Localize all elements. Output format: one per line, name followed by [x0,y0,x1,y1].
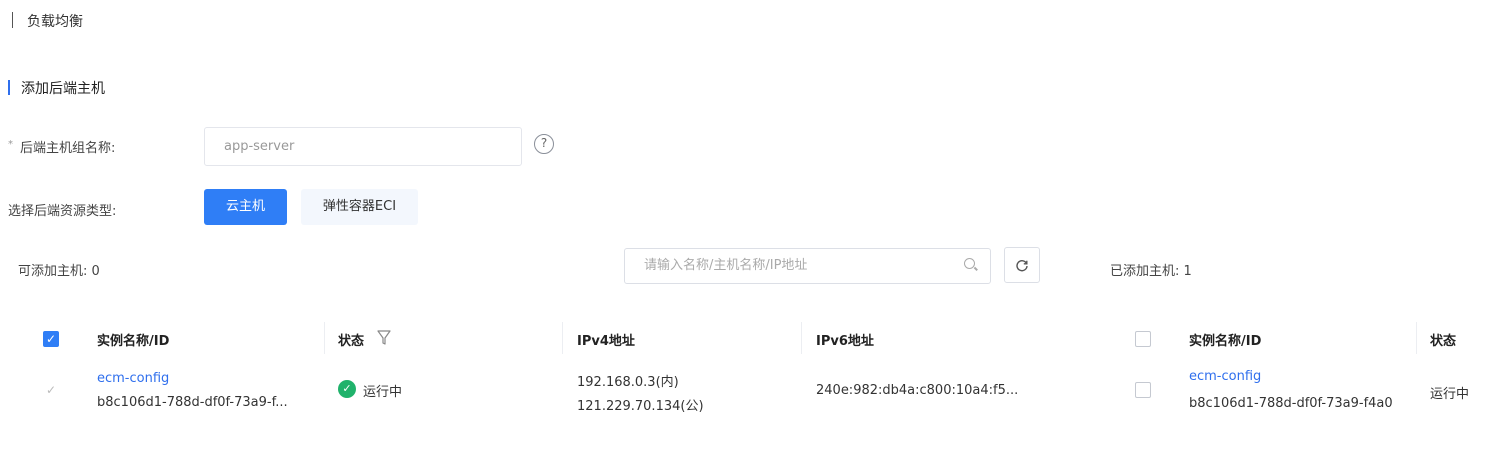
right-row-checkbox[interactable] [1135,382,1151,398]
group-name-label: 后端主机组名称: [20,141,116,156]
section-accent-bar [8,80,10,95]
addable-hosts-count: 0 [91,264,100,279]
breadcrumb-divider [12,12,13,28]
column-separator [324,322,325,354]
column-separator [562,322,563,354]
right-instance-id: b8c106d1-788d-df0f-73a9-f4a0 [1189,396,1393,411]
cloud-host-button[interactable]: 云主机 [204,189,287,225]
filter-icon[interactable] [377,330,391,346]
search-input[interactable]: 请输入名称/主机名称/IP地址 [624,248,991,284]
column-header-status: 状态 [338,334,365,349]
running-status-icon: ✓ [338,380,356,398]
column-separator [801,322,802,354]
instance-name-link[interactable]: ecm-config [97,371,169,386]
ipv4-public: 121.229.70.134(公) [577,399,704,414]
help-icon[interactable]: ? [534,134,554,154]
right-column-header-status: 状态 [1430,334,1457,349]
column-separator [1416,322,1417,354]
eci-button[interactable]: 弹性容器ECI [301,189,418,225]
ipv4-internal: 192.168.0.3(内) [577,375,679,390]
right-column-header-name: 实例名称/ID [1189,334,1262,349]
column-header-ipv4: IPv4地址 [577,334,635,349]
added-hosts-count: 1 [1183,264,1192,279]
search-icon[interactable] [964,258,975,269]
instance-id: b8c106d1-788d-df0f-73a9-f... [97,395,288,410]
right-status-text: 运行中 [1430,387,1470,402]
row-checkbox-disabled: ✓ [45,383,57,397]
required-marker: * [8,139,13,150]
resource-type-label: 选择后端资源类型: [8,204,117,219]
addable-hosts-text: 可添加主机: [18,264,88,279]
right-instance-name-link[interactable]: ecm-config [1189,369,1261,384]
column-header-ipv6: IPv6地址 [816,334,874,349]
ipv6-address: 240e:982:db4a:c800:10a4:f5... [816,383,1019,398]
added-hosts-text: 已添加主机: [1110,264,1180,279]
section-title: 添加后端主机 [21,81,105,97]
breadcrumb[interactable]: 负载均衡 [27,11,83,31]
right-select-all-checkbox[interactable] [1135,331,1151,347]
refresh-icon [1016,259,1028,271]
column-header-name: 实例名称/ID [97,334,170,349]
group-name-input[interactable]: app-server [204,127,522,166]
added-hosts-label: 已添加主机: 1 [1110,260,1192,279]
refresh-button[interactable] [1004,247,1040,283]
status-text: 运行中 [363,385,403,400]
addable-hosts-label: 可添加主机: 0 [18,260,100,279]
select-all-checkbox[interactable]: ✓ [43,331,59,347]
